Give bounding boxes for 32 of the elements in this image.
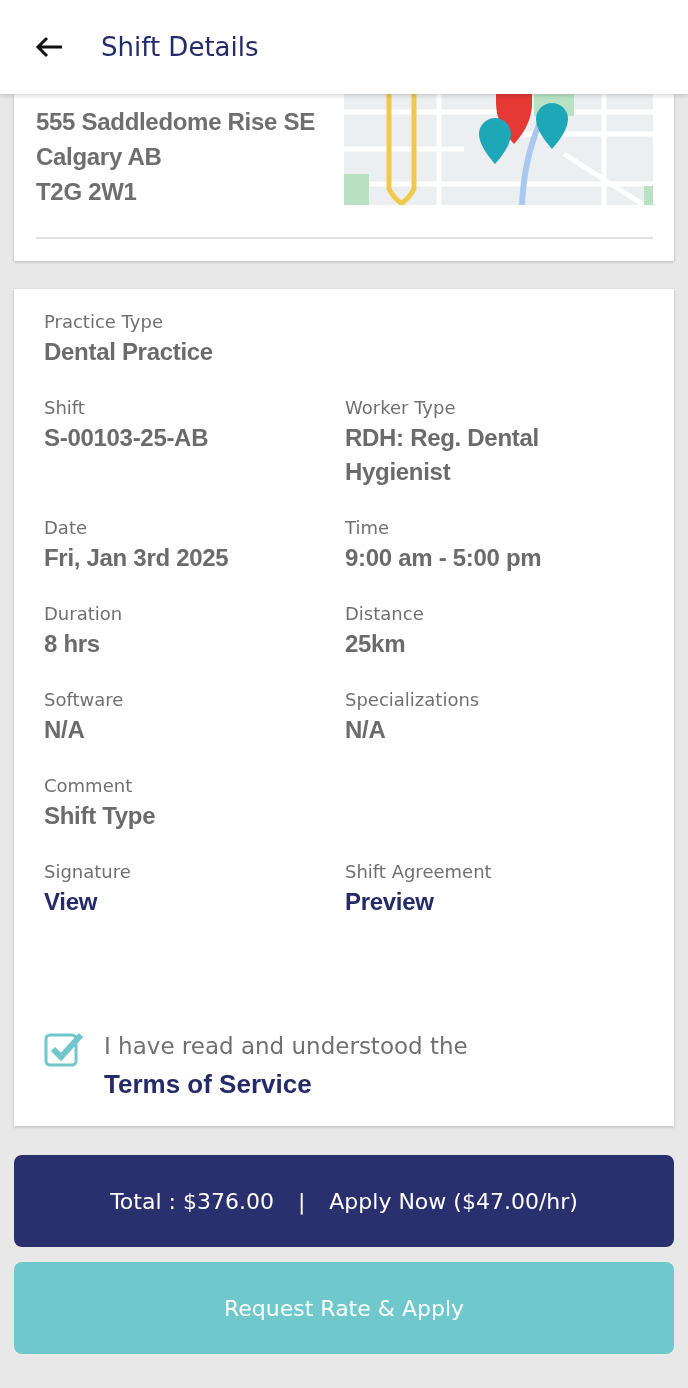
address-line: T2G 2W1 (36, 177, 138, 207)
field-label: Worker Type (345, 396, 456, 420)
field-value: N/A (345, 715, 386, 745)
field-link[interactable]: Preview (345, 885, 434, 919)
field-label: Date (44, 516, 88, 540)
field-link[interactable]: View (44, 885, 98, 919)
field-label: Software (44, 688, 124, 712)
field-label: Comment (44, 774, 133, 798)
field-value: S-00103-25-AB (44, 423, 209, 453)
field-value: 8 hrs (44, 629, 100, 659)
field-label: Specializations (345, 688, 480, 712)
field-value: Fri, Jan 3rd 2025 (44, 543, 229, 573)
field-value: 9:00 am - 5:00 pm (345, 543, 542, 573)
field-label: Distance (345, 602, 424, 626)
address-line: Calgary AB (36, 142, 163, 172)
field-label: Shift Agreement (345, 860, 492, 884)
apply-button[interactable]: Total : $376.00 | Apply Now ($47.00/hr) (14, 1155, 674, 1247)
field-value: Dental Practice (44, 337, 213, 367)
back-arrow-icon[interactable] (34, 35, 64, 59)
field-value: N/A (44, 715, 85, 745)
field-value: Shift Type (44, 801, 156, 831)
field-value: RDH: Reg. Dental Hygienist (345, 423, 540, 487)
field-label: Signature (44, 860, 131, 884)
field-label: Time (345, 516, 390, 540)
screen-title: Shift Details (101, 32, 259, 62)
address-line: 555 Saddledome Rise SE (36, 107, 315, 137)
field-value: 25km (345, 629, 406, 659)
terms-link[interactable]: Terms of Service (104, 1069, 312, 1099)
terms-sentence: I have read and understood the Terms of Service (104, 1032, 469, 1101)
field-label: Shift (44, 396, 85, 420)
field-label: Duration (44, 602, 123, 626)
field-label: Practice Type (44, 310, 163, 334)
